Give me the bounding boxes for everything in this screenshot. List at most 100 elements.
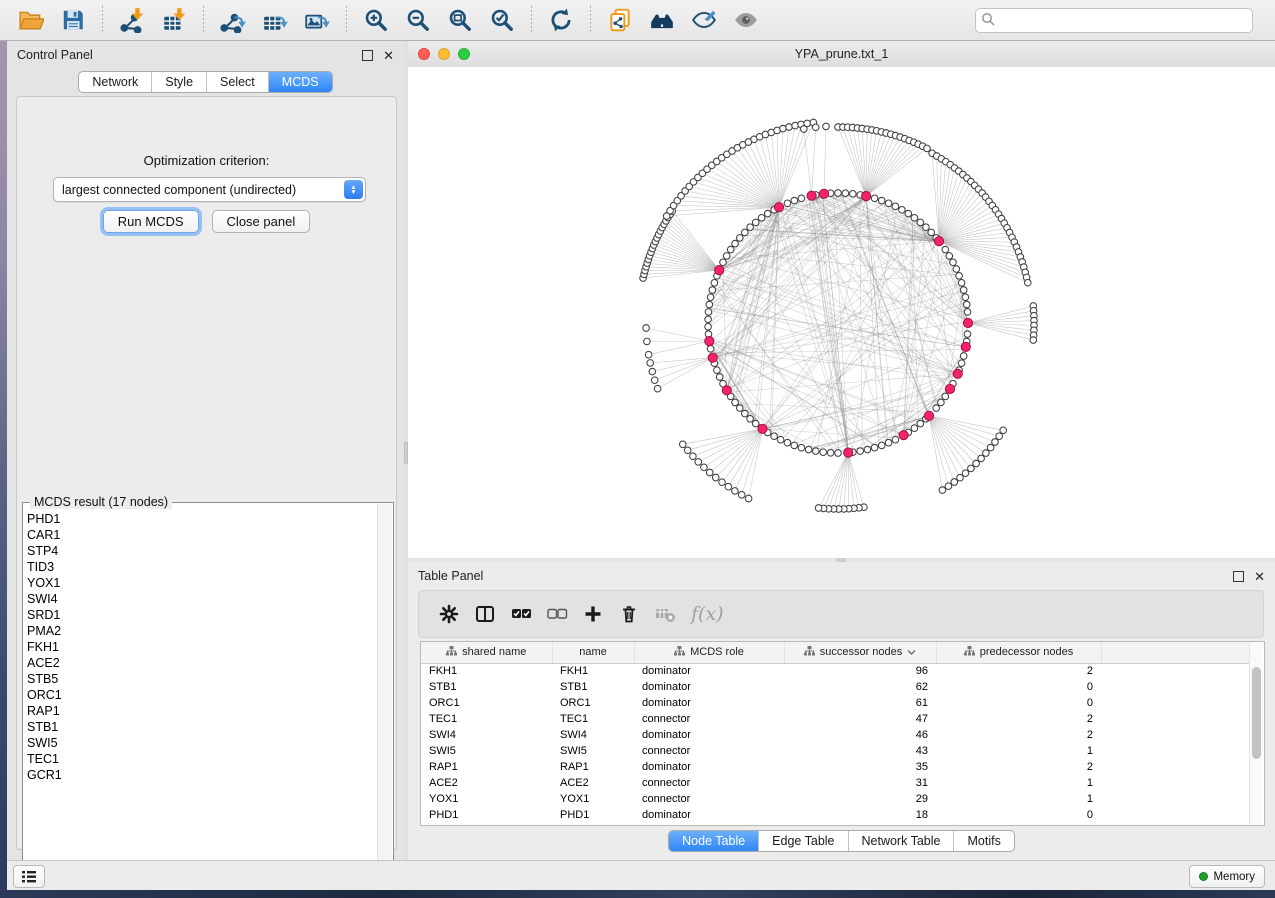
cell[interactable]: PHD1 bbox=[552, 807, 634, 823]
close-panel-icon[interactable]: ✕ bbox=[1254, 570, 1265, 583]
split-panel-icon[interactable] bbox=[467, 597, 503, 631]
cell[interactable] bbox=[1101, 743, 1252, 759]
column-header-predecessor-nodes[interactable]: predecessor nodes bbox=[936, 642, 1101, 663]
cell[interactable]: 46 bbox=[784, 727, 936, 743]
cell[interactable]: 62 bbox=[784, 679, 936, 695]
graphics-details-icon[interactable] bbox=[687, 5, 721, 35]
search-input[interactable] bbox=[975, 8, 1253, 33]
network-window-titlebar[interactable]: YPA_prune.txt_1 bbox=[408, 41, 1275, 68]
result-node-item[interactable]: PHD1 bbox=[27, 511, 375, 527]
result-node-item[interactable]: SRD1 bbox=[27, 607, 375, 623]
cell[interactable]: 2 bbox=[936, 711, 1101, 727]
result-node-item[interactable]: ACE2 bbox=[27, 655, 375, 671]
cell[interactable]: dominator bbox=[634, 807, 784, 823]
network-canvas[interactable] bbox=[408, 67, 1275, 558]
table-row[interactable]: ACE2ACE2connector311 bbox=[421, 775, 1252, 791]
cell[interactable]: 2 bbox=[936, 663, 1101, 679]
table-row[interactable]: TEC1TEC1connector472 bbox=[421, 711, 1252, 727]
table-row[interactable]: YOX1YOX1connector291 bbox=[421, 791, 1252, 807]
task-history-button[interactable] bbox=[13, 865, 45, 888]
cell[interactable]: dominator bbox=[634, 695, 784, 711]
cell[interactable] bbox=[1101, 679, 1252, 695]
cell[interactable]: 0 bbox=[936, 695, 1101, 711]
cell[interactable]: 1 bbox=[936, 743, 1101, 759]
nodes-layer[interactable] bbox=[640, 119, 1038, 512]
table-row[interactable]: SWI4SWI4dominator462 bbox=[421, 727, 1252, 743]
export-image-icon[interactable] bbox=[300, 5, 334, 35]
table-scrollbar[interactable] bbox=[1249, 643, 1263, 824]
result-node-item[interactable]: SWI5 bbox=[27, 735, 375, 751]
float-panel-icon[interactable] bbox=[1233, 571, 1244, 582]
table-row[interactable]: STB1STB1dominator620 bbox=[421, 679, 1252, 695]
cell[interactable]: STB1 bbox=[421, 679, 552, 695]
cell[interactable]: connector bbox=[634, 775, 784, 791]
cell[interactable]: 2 bbox=[936, 759, 1101, 775]
result-node-item[interactable]: GCR1 bbox=[27, 767, 375, 783]
cell[interactable]: 43 bbox=[784, 743, 936, 759]
maximize-window-button[interactable] bbox=[458, 48, 470, 60]
column-header-successor-nodes[interactable]: successor nodes bbox=[784, 642, 936, 663]
network-graph[interactable] bbox=[408, 67, 1275, 558]
binoculars-icon[interactable] bbox=[645, 5, 679, 35]
delete-column-icon[interactable] bbox=[611, 597, 647, 631]
cell[interactable]: FKH1 bbox=[552, 663, 634, 679]
cell[interactable]: ACE2 bbox=[421, 775, 552, 791]
import-network-icon[interactable] bbox=[115, 5, 149, 35]
save-session-icon[interactable] bbox=[56, 5, 90, 35]
tab-network-table[interactable]: Network Table bbox=[848, 831, 954, 851]
cell[interactable] bbox=[1101, 807, 1252, 823]
table-row[interactable]: SWI5SWI5connector431 bbox=[421, 743, 1252, 759]
cell[interactable]: YOX1 bbox=[552, 791, 634, 807]
cell[interactable]: YOX1 bbox=[421, 791, 552, 807]
select-all-icon[interactable] bbox=[503, 597, 539, 631]
cell[interactable]: 61 bbox=[784, 695, 936, 711]
float-panel-icon[interactable] bbox=[362, 50, 373, 61]
import-table-icon[interactable] bbox=[157, 5, 191, 35]
cell[interactable]: TEC1 bbox=[552, 711, 634, 727]
mcds-result-list[interactable]: PHD1CAR1STP4TID3YOX1SWI4SRD1PMA2FKH1ACE2… bbox=[27, 511, 375, 871]
result-node-item[interactable]: TID3 bbox=[27, 559, 375, 575]
cell[interactable]: RAP1 bbox=[421, 759, 552, 775]
function-builder-button[interactable]: f(x) bbox=[691, 603, 724, 625]
open-session-icon[interactable] bbox=[14, 5, 48, 35]
cell[interactable]: dominator bbox=[634, 759, 784, 775]
cell[interactable] bbox=[1101, 727, 1252, 743]
tab-node-table[interactable]: Node Table bbox=[669, 831, 758, 851]
eye-icon[interactable] bbox=[729, 5, 763, 35]
settings-icon[interactable] bbox=[431, 597, 467, 631]
cell[interactable] bbox=[1101, 759, 1252, 775]
memory-button[interactable]: Memory bbox=[1189, 865, 1265, 888]
close-panel-button[interactable]: Close panel bbox=[212, 210, 311, 233]
cell[interactable]: dominator bbox=[634, 727, 784, 743]
refresh-layout-icon[interactable] bbox=[544, 5, 578, 35]
zoom-selected-icon[interactable] bbox=[485, 5, 519, 35]
cell[interactable]: FKH1 bbox=[421, 663, 552, 679]
cell[interactable]: SWI5 bbox=[552, 743, 634, 759]
cell[interactable]: PHD1 bbox=[421, 807, 552, 823]
column-header-MCDS-role[interactable]: MCDS role bbox=[634, 642, 784, 663]
cell[interactable] bbox=[1101, 791, 1252, 807]
cell[interactable]: TEC1 bbox=[421, 711, 552, 727]
cell[interactable]: STB1 bbox=[552, 679, 634, 695]
cell[interactable]: 35 bbox=[784, 759, 936, 775]
cell[interactable]: 47 bbox=[784, 711, 936, 727]
close-panel-icon[interactable]: ✕ bbox=[383, 49, 394, 62]
result-node-item[interactable]: FKH1 bbox=[27, 639, 375, 655]
export-table-icon[interactable] bbox=[258, 5, 292, 35]
cell[interactable]: connector bbox=[634, 711, 784, 727]
result-node-item[interactable]: STB1 bbox=[27, 719, 375, 735]
tab-motifs[interactable]: Motifs bbox=[953, 831, 1013, 851]
export-network-icon[interactable] bbox=[216, 5, 250, 35]
result-node-item[interactable]: SWI4 bbox=[27, 591, 375, 607]
table-row[interactable]: RAP1RAP1dominator352 bbox=[421, 759, 1252, 775]
cell[interactable] bbox=[1101, 775, 1252, 791]
result-node-item[interactable]: STP4 bbox=[27, 543, 375, 559]
tab-edge-table[interactable]: Edge Table bbox=[758, 831, 847, 851]
cell[interactable] bbox=[1101, 663, 1252, 679]
result-node-item[interactable]: TEC1 bbox=[27, 751, 375, 767]
cell[interactable]: dominator bbox=[634, 679, 784, 695]
tab-select[interactable]: Select bbox=[206, 72, 268, 92]
close-window-button[interactable] bbox=[418, 48, 430, 60]
result-scrollbar[interactable] bbox=[377, 504, 392, 874]
tab-network[interactable]: Network bbox=[79, 72, 151, 92]
